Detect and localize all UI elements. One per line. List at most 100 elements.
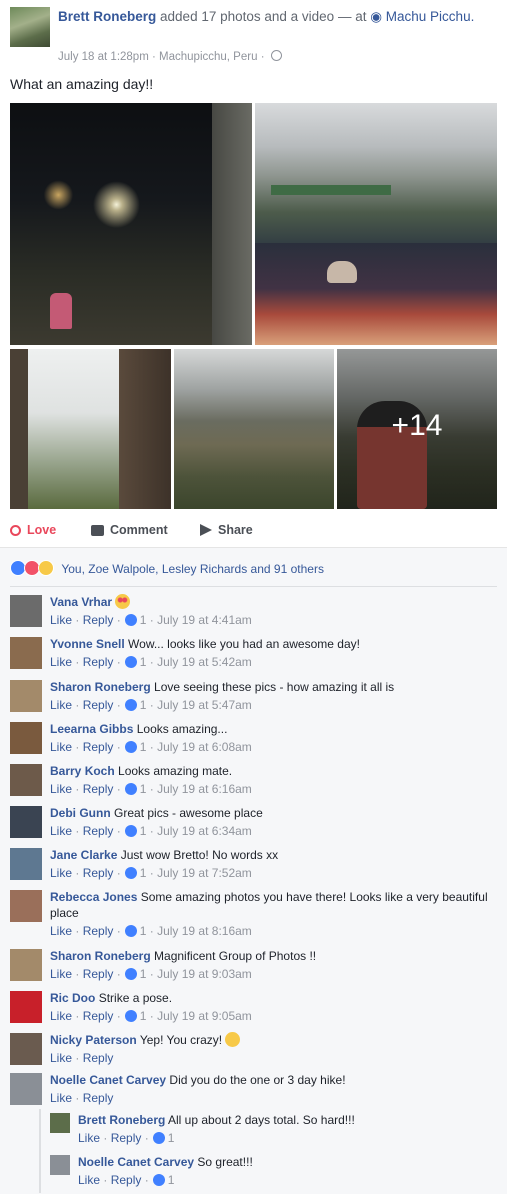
commenter-avatar[interactable] <box>10 637 42 669</box>
comment-timestamp-link[interactable]: July 19 at 6:16am <box>157 782 252 796</box>
comment-button[interactable]: Comment <box>91 523 168 537</box>
comment-like-link[interactable]: Like <box>50 740 72 754</box>
commenter-name-link[interactable]: Noelle Canet Carvey <box>78 1155 194 1169</box>
comment-timestamp-link[interactable]: July 19 at 4:41am <box>157 613 252 627</box>
photo-5-more[interactable]: +14 <box>337 349 497 509</box>
comment-reply-link[interactable]: Reply <box>83 866 114 880</box>
comment-like-link[interactable]: Like <box>50 613 72 627</box>
comment-like-count[interactable]: 1 <box>168 1173 175 1187</box>
comment-timestamp-link[interactable]: July 19 at 8:16am <box>157 924 252 938</box>
comment-timestamp-link[interactable]: July 19 at 5:42am <box>157 655 252 669</box>
commenter-avatar[interactable] <box>10 806 42 838</box>
commenter-avatar[interactable] <box>10 949 42 981</box>
comment-reply-link[interactable]: Reply <box>83 824 114 838</box>
commenter-avatar[interactable] <box>10 1073 42 1105</box>
comment-reply-link[interactable]: Reply <box>83 613 114 627</box>
post-date-link[interactable]: July 18 at 1:28pm <box>58 51 149 63</box>
comment-reply-link[interactable]: Reply <box>83 924 114 938</box>
photo-4[interactable] <box>174 349 334 509</box>
comment-reply-link[interactable]: Reply <box>111 1173 142 1187</box>
commenter-avatar[interactable] <box>10 722 42 754</box>
comment-like-link[interactable]: Like <box>50 1051 72 1065</box>
comment-reply-link[interactable]: Reply <box>83 698 114 712</box>
share-button[interactable]: Share <box>200 523 253 537</box>
commenter-avatar[interactable] <box>50 1113 70 1133</box>
comment-text: Just wow Bretto! No words xx <box>120 848 279 862</box>
commenter-avatar[interactable] <box>10 991 42 1023</box>
wow-reaction-icon <box>38 560 54 576</box>
comment-like-link[interactable]: Like <box>50 866 72 880</box>
commenter-name-link[interactable]: Sharon Roneberg <box>50 680 151 694</box>
comment-reply-link[interactable]: Reply <box>83 782 114 796</box>
post-location-link[interactable]: Machupicchu, Peru <box>159 51 257 63</box>
commenter-name-link[interactable]: Sharon Roneberg <box>50 949 151 963</box>
comment-like-count[interactable]: 1 <box>140 782 147 796</box>
comment-text: So great!!! <box>197 1155 253 1169</box>
public-globe-icon[interactable] <box>270 50 282 61</box>
comment-like-count[interactable]: 1 <box>140 967 147 981</box>
comment-like-count[interactable]: 1 <box>140 698 147 712</box>
author-name-link[interactable]: Brett Roneberg <box>58 9 156 24</box>
comment-reply-link[interactable]: Reply <box>83 967 114 981</box>
comment-reply-link[interactable]: Reply <box>83 740 114 754</box>
comment-timestamp-link[interactable]: July 19 at 9:03am <box>157 967 252 981</box>
commenter-avatar[interactable] <box>10 890 42 922</box>
reactions-summary[interactable]: You, Zoe Walpole, Lesley Richards and 91… <box>10 560 324 576</box>
comment-like-count[interactable]: 1 <box>140 613 147 627</box>
comment-timestamp-link[interactable]: July 19 at 7:52am <box>157 866 252 880</box>
commenter-name-link[interactable]: Rebecca Jones <box>50 890 137 904</box>
comment-timestamp-link[interactable]: July 19 at 5:47am <box>157 698 252 712</box>
photo-3[interactable] <box>10 349 171 509</box>
commenter-name-link[interactable]: Ric Doo <box>50 991 95 1005</box>
comment-like-link[interactable]: Like <box>50 1009 72 1023</box>
commenter-avatar[interactable] <box>50 1155 70 1175</box>
commenter-name-link[interactable]: Leearna Gibbs <box>50 722 133 736</box>
comment-reply-link[interactable]: Reply <box>111 1131 142 1145</box>
commenter-name-link[interactable]: Debi Gunn <box>50 806 111 820</box>
photo-1[interactable] <box>10 103 252 345</box>
place-name: Machu Picchu. <box>385 9 475 24</box>
comment-like-count[interactable]: 1 <box>140 1009 147 1023</box>
comment-like-count[interactable]: 1 <box>140 924 147 938</box>
comment-like-link[interactable]: Like <box>50 824 72 838</box>
photo-2[interactable] <box>255 103 497 345</box>
comment-like-link[interactable]: Like <box>78 1131 100 1145</box>
comment-reply-link[interactable]: Reply <box>83 655 114 669</box>
commenter-name-link[interactable]: Yvonne Snell <box>50 637 125 651</box>
comment-reply-link[interactable]: Reply <box>83 1009 114 1023</box>
commenter-name-link[interactable]: Brett Roneberg <box>78 1113 165 1127</box>
comment-like-count[interactable]: 1 <box>140 655 147 669</box>
commenter-avatar[interactable] <box>10 595 42 627</box>
commenter-name-link[interactable]: Jane Clarke <box>50 848 117 862</box>
comment-like-count[interactable]: 1 <box>140 866 147 880</box>
comment-label: Comment <box>110 523 168 537</box>
comment-like-count[interactable]: 1 <box>140 740 147 754</box>
comment-like-link[interactable]: Like <box>50 1091 72 1105</box>
commenter-avatar[interactable] <box>10 1033 42 1065</box>
commenter-name-link[interactable]: Vana Vrhar <box>50 595 112 609</box>
comment-timestamp-link[interactable]: July 19 at 6:08am <box>157 740 252 754</box>
commenter-avatar[interactable] <box>10 680 42 712</box>
comment-like-count[interactable]: 1 <box>168 1131 175 1145</box>
comment-like-link[interactable]: Like <box>78 1173 100 1187</box>
commenter-avatar[interactable] <box>10 764 42 796</box>
commenter-name-link[interactable]: Barry Koch <box>50 764 115 778</box>
comment-text: Strike a pose. <box>98 991 173 1005</box>
comment-reply-link[interactable]: Reply <box>83 1091 114 1105</box>
comment-reply-link[interactable]: Reply <box>83 1051 114 1065</box>
comment-like-count[interactable]: 1 <box>140 824 147 838</box>
author-avatar[interactable] <box>10 7 50 47</box>
comment-like-link[interactable]: Like <box>50 924 72 938</box>
comment-like-link[interactable]: Like <box>50 655 72 669</box>
place-link[interactable]: ◉ Machu Picchu. <box>370 9 474 24</box>
commenter-name-link[interactable]: Noelle Canet Carvey <box>50 1073 166 1087</box>
comment-timestamp-link[interactable]: July 19 at 6:34am <box>157 824 252 838</box>
comment-like-link[interactable]: Like <box>50 782 72 796</box>
commenter-name-link[interactable]: Nicky Paterson <box>50 1033 137 1047</box>
commenter-avatar[interactable] <box>10 848 42 880</box>
love-button[interactable]: Love <box>10 523 56 537</box>
comment-like-link[interactable]: Like <box>50 698 72 712</box>
comment-timestamp-link[interactable]: July 19 at 9:05am <box>157 1009 252 1023</box>
comment-like-link[interactable]: Like <box>50 967 72 981</box>
comment-body: Noelle Canet Carvey So great!!! Like · Re… <box>78 1154 498 1188</box>
